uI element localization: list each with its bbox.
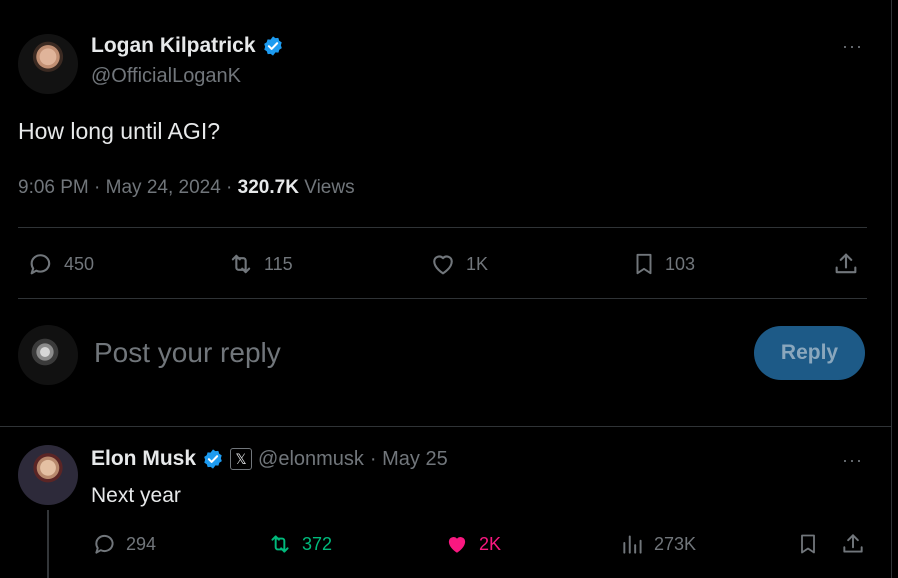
tweet-meta: 9:06 PM · May 24, 2024 · 320.7K Views xyxy=(18,177,355,199)
author-avatar[interactable] xyxy=(18,34,78,94)
reply-text: Next year xyxy=(91,484,181,507)
reply-icon xyxy=(26,250,56,278)
reply-reply-action[interactable]: 294 xyxy=(92,531,156,557)
reply-like-count: 2K xyxy=(479,533,502,554)
views-label: Views xyxy=(304,177,355,198)
share-action[interactable] xyxy=(831,250,861,278)
reply-like-action[interactable]: 2K xyxy=(443,531,501,557)
author-handle[interactable]: @OfficialLoganK xyxy=(91,65,241,88)
reply-views-count: 273K xyxy=(654,533,697,554)
reply-more-icon[interactable]: ··· xyxy=(842,450,863,471)
reply-author-name[interactable]: Elon Musk xyxy=(91,447,196,471)
divider xyxy=(18,298,867,299)
bookmark-icon xyxy=(631,250,657,278)
reply-repost-count: 372 xyxy=(302,533,333,554)
like-icon xyxy=(443,531,471,557)
repost-action[interactable]: 115 xyxy=(226,250,293,278)
repost-icon xyxy=(226,250,256,278)
reply-share-action[interactable] xyxy=(840,531,866,557)
reply-bookmark-action[interactable] xyxy=(796,531,820,557)
more-icon[interactable]: ··· xyxy=(842,36,863,57)
author-name[interactable]: Logan Kilpatrick xyxy=(91,34,256,58)
views-count: 320.7K xyxy=(237,177,299,198)
author-name-row: Logan Kilpatrick xyxy=(91,34,284,58)
reply-author-avatar[interactable] xyxy=(18,445,78,505)
reply-author-row: Elon Musk 𝕏 @elonmusk · May 25 xyxy=(91,447,448,471)
affiliation-badge-icon[interactable]: 𝕏 xyxy=(230,448,253,470)
verified-badge-icon[interactable] xyxy=(202,448,224,470)
reply-reply-count: 294 xyxy=(126,533,157,554)
tweet-text: How long until AGI? xyxy=(18,118,221,144)
views-icon xyxy=(620,531,646,557)
like-action[interactable]: 1K xyxy=(428,250,488,278)
like-icon xyxy=(428,250,458,278)
reply-views-action[interactable]: 273K xyxy=(620,531,696,557)
section-divider xyxy=(0,426,892,427)
reply-icon xyxy=(92,531,118,557)
divider xyxy=(18,227,867,228)
repost-count: 115 xyxy=(264,253,293,274)
reply-date[interactable]: · May 25 xyxy=(370,448,448,471)
like-count: 1K xyxy=(466,253,489,274)
bookmark-icon xyxy=(796,531,820,557)
reply-author-handle[interactable]: @elonmusk xyxy=(258,448,364,471)
reply-count: 450 xyxy=(64,253,95,274)
reply-button[interactable]: Reply xyxy=(754,326,865,380)
reply-repost-action[interactable]: 372 xyxy=(266,531,332,557)
share-icon xyxy=(831,250,861,278)
verified-badge-icon[interactable] xyxy=(262,35,284,57)
repost-icon xyxy=(266,531,294,557)
reply-action[interactable]: 450 xyxy=(26,250,94,278)
reply-input[interactable]: Post your reply xyxy=(94,337,281,369)
user-avatar[interactable] xyxy=(18,325,78,385)
bookmark-count: 103 xyxy=(665,253,696,274)
bookmark-action[interactable]: 103 xyxy=(631,250,695,278)
column-border xyxy=(891,0,892,578)
thread-line xyxy=(47,510,49,578)
tweet-timestamp[interactable]: 9:06 PM · May 24, 2024 · xyxy=(18,177,238,198)
share-icon xyxy=(840,531,866,557)
